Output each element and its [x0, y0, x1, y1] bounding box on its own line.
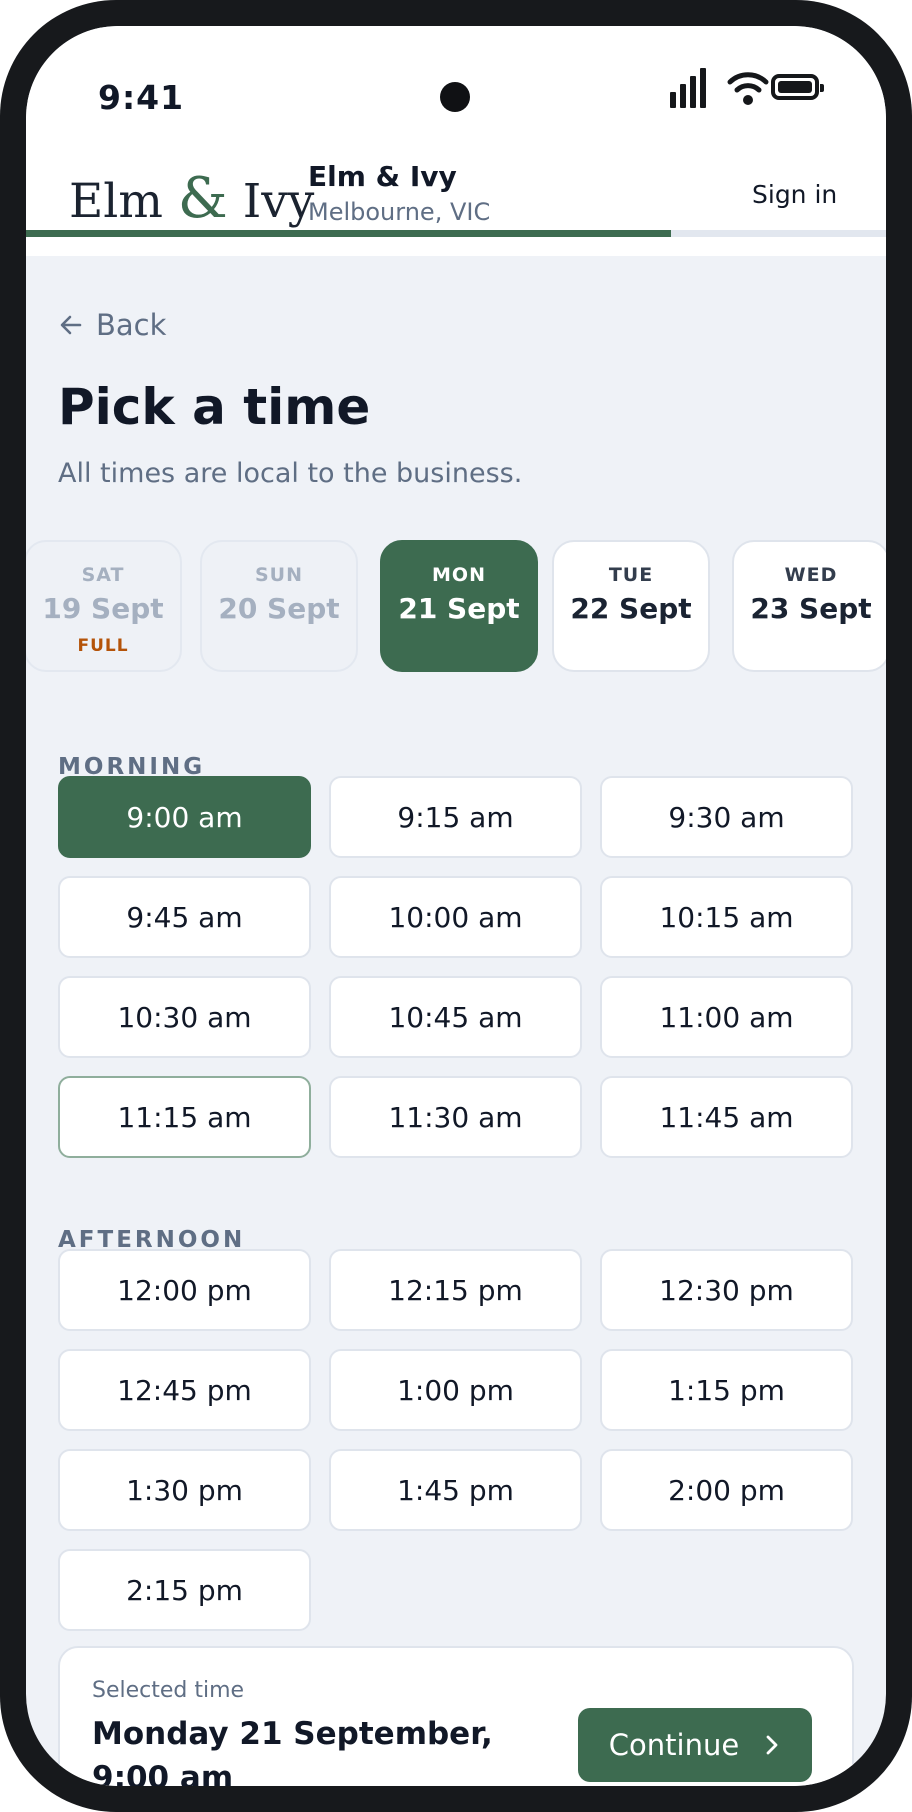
time-slot[interactable]: 10:30 am — [58, 976, 311, 1058]
selected-time-value: Monday 21 September, 9:00 am — [92, 1716, 493, 1786]
time-slot[interactable]: 9:15 am — [329, 776, 582, 858]
business-location: Melbourne, VIC — [308, 198, 491, 226]
business-name: Elm & Ivy — [308, 160, 457, 193]
status-bar: 9:41 — [26, 26, 886, 136]
time-slot[interactable]: 12:45 pm — [58, 1349, 311, 1431]
logo[interactable]: Elm & Ivy — [69, 166, 314, 231]
selected-time-label: Selected time — [92, 1678, 245, 1703]
time-slot[interactable]: 11:30 am — [329, 1076, 582, 1158]
page-title: Pick a time — [58, 378, 371, 436]
date-weekday: MON — [432, 564, 486, 586]
time-slot[interactable]: 10:00 am — [329, 876, 582, 958]
progress-fill — [26, 230, 671, 237]
time-slot[interactable]: 1:45 pm — [329, 1449, 582, 1531]
sign-in-link[interactable]: Sign in — [752, 180, 837, 209]
logo-word-elm: Elm — [69, 174, 163, 229]
time-slot[interactable]: 12:30 pm — [600, 1249, 853, 1331]
app-header: Elm & Ivy Elm & Ivy Melbourne, VIC Sign … — [26, 136, 886, 256]
time-slot[interactable]: 10:15 am — [600, 876, 853, 958]
time-slot[interactable]: 1:30 pm — [58, 1449, 311, 1531]
chevron-right-icon — [766, 1735, 778, 1755]
date-day: 19 Sept — [42, 592, 164, 625]
date-weekday: WED — [784, 564, 838, 586]
time-slot[interactable]: 9:30 am — [600, 776, 853, 858]
date-card[interactable]: WED 23 Sept — [732, 540, 886, 672]
back-label: Back — [96, 308, 167, 342]
back-link[interactable]: Back — [58, 308, 166, 342]
time-slot[interactable]: 1:15 pm — [600, 1349, 853, 1431]
time-slot[interactable]: 11:00 am — [600, 976, 853, 1058]
signal-icon — [670, 68, 710, 108]
app-screen: 9:41 Elm & Ivy Elm & Ivy Melbourne, VIC … — [26, 26, 886, 1786]
time-slot-selected[interactable]: 9:00 am — [58, 776, 311, 858]
date-card[interactable]: TUE 22 Sept — [552, 540, 710, 672]
time-slot[interactable]: 10:45 am — [329, 976, 582, 1058]
time-slot[interactable]: 2:15 pm — [58, 1549, 311, 1631]
phone-frame: 9:41 Elm & Ivy Elm & Ivy Melbourne, VIC … — [0, 0, 912, 1812]
date-card[interactable]: SAT 19 Sept FULL — [26, 540, 182, 672]
date-weekday: SUN — [254, 564, 303, 586]
time-slot[interactable]: 11:45 am — [600, 1076, 853, 1158]
time-slot[interactable]: 11:15 am — [58, 1076, 311, 1158]
camera-cutout — [440, 82, 470, 112]
battery-icon — [771, 74, 824, 100]
booking-progress-bar — [26, 230, 886, 237]
date-day: 20 Sept — [218, 592, 340, 625]
logo-ampersand: & — [177, 166, 228, 231]
time-slot[interactable]: 12:00 pm — [58, 1249, 311, 1331]
continue-button[interactable]: Continue — [578, 1708, 812, 1782]
arrow-left-icon — [60, 315, 82, 335]
time-slot[interactable]: 12:15 pm — [329, 1249, 582, 1331]
time-slot[interactable]: 1:00 pm — [329, 1349, 582, 1431]
status-time: 9:41 — [98, 78, 185, 117]
date-day: 23 Sept — [750, 592, 872, 625]
date-day: 21 Sept — [398, 592, 520, 625]
time-slot[interactable]: 2:00 pm — [600, 1449, 853, 1531]
continue-label: Continue — [608, 1728, 740, 1762]
wifi-icon — [727, 72, 769, 105]
date-day: 22 Sept — [570, 592, 692, 625]
date-card[interactable]: SUN 20 Sept — [200, 540, 358, 672]
date-weekday: SAT — [81, 564, 125, 586]
time-slot[interactable]: 9:45 am — [58, 876, 311, 958]
logo-word-ivy: Ivy — [242, 174, 315, 229]
page-subtitle: All times are local to the business. — [58, 458, 523, 489]
date-weekday: TUE — [608, 564, 654, 586]
selection-summary-card: Selected time Monday 21 September, 9:00 … — [58, 1646, 854, 1786]
date-card-selected[interactable]: MON 21 Sept — [380, 540, 538, 672]
date-full-badge: FULL — [77, 636, 129, 656]
